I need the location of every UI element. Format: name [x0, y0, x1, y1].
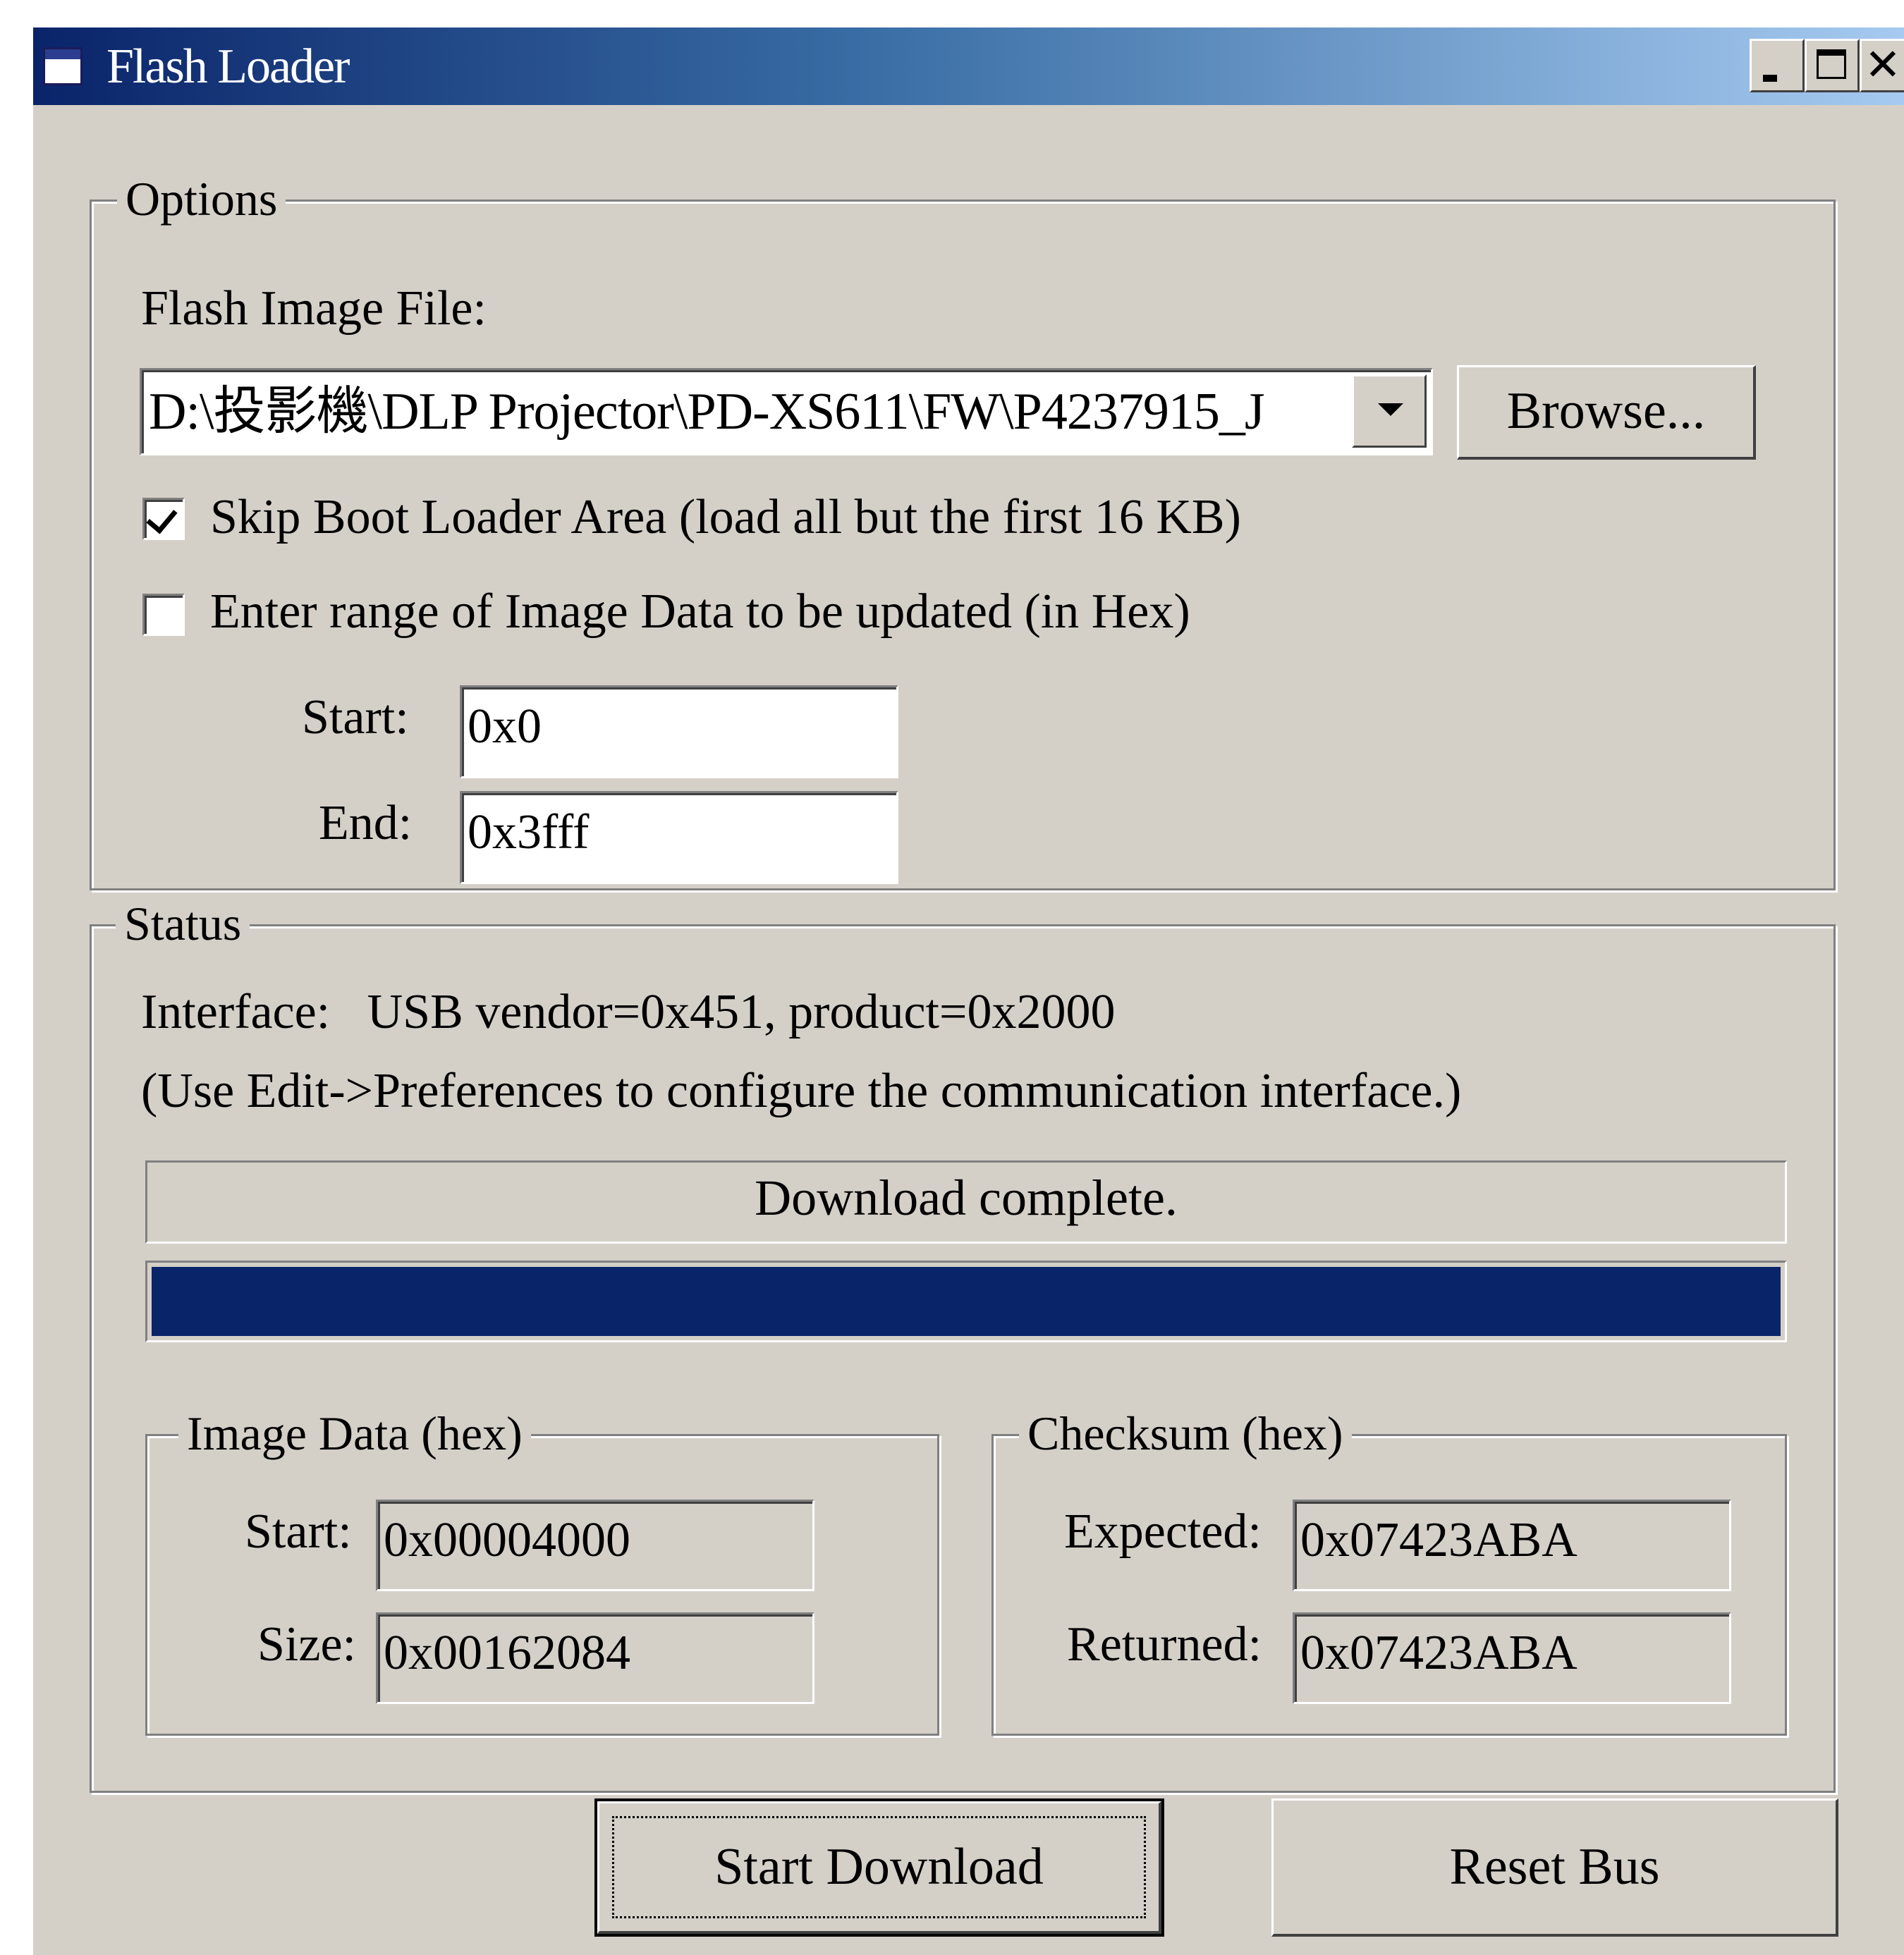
status-legend: Status	[116, 895, 250, 952]
image-data-legend: Image Data (hex)	[178, 1405, 531, 1461]
checksum-legend: Checksum (hex)	[1019, 1405, 1352, 1461]
flash-loader-window: Flash Loader ✕ Options Flash Image File:…	[31, 25, 1904, 1955]
enter-range-checkbox[interactable]	[142, 594, 185, 636]
minimize-button[interactable]	[1750, 39, 1805, 92]
image-data-start-value: 0x00004000	[376, 1500, 814, 1591]
status-message: Download complete.	[755, 1170, 1178, 1226]
chevron-down-icon[interactable]	[1352, 374, 1427, 448]
image-data-size-value: 0x00162084	[376, 1612, 814, 1704]
checksum-expected-label: Expected:	[1064, 1504, 1262, 1559]
title-bar[interactable]: Flash Loader ✕	[33, 27, 1904, 105]
close-icon: ✕	[1865, 39, 1901, 90]
focus-rectangle	[612, 1816, 1146, 1918]
status-group: Status Interface: USB vendor=0x451, prod…	[90, 895, 1836, 1793]
range-start-label: Start:	[302, 690, 409, 744]
enter-range-label[interactable]: Enter range of Image Data to be updated …	[210, 584, 1190, 640]
maximize-icon	[1817, 49, 1846, 79]
window-icon[interactable]	[43, 47, 83, 85]
close-button[interactable]: ✕	[1860, 39, 1904, 92]
status-message-box: Download complete.	[145, 1160, 1787, 1244]
browse-button[interactable]: Browse...	[1457, 365, 1756, 460]
range-end-label: End:	[319, 796, 413, 850]
checksum-group: Checksum (hex) Expected: 0x07423ABA Retu…	[991, 1405, 1787, 1736]
reset-bus-label: Reset Bus	[1449, 1838, 1660, 1896]
flash-image-file-label: Flash Image File:	[141, 281, 487, 336]
range-end-input[interactable]: 0x3fff	[460, 791, 898, 884]
reset-bus-button[interactable]: Reset Bus	[1271, 1798, 1838, 1937]
skip-boot-loader-label[interactable]: Skip Boot Loader Area (load all but the …	[210, 489, 1241, 546]
image-data-size-label: Size:	[257, 1617, 356, 1672]
checksum-expected-value: 0x07423ABA	[1293, 1500, 1731, 1591]
flash-image-file-value: D:\投影機\DLP Projector\PD-XS611\FW\P423791…	[149, 383, 1265, 441]
checksum-returned-value: 0x07423ABA	[1293, 1612, 1731, 1704]
interface-info: Interface: USB vendor=0x451, product=0x2…	[141, 985, 1116, 1039]
range-start-input[interactable]: 0x0	[460, 685, 898, 778]
image-data-group: Image Data (hex) Start: 0x00004000 Size:…	[145, 1405, 939, 1736]
minimize-icon	[1763, 75, 1777, 82]
check-icon	[146, 501, 178, 534]
download-progress-bar	[145, 1261, 1787, 1342]
browse-button-label: Browse...	[1506, 382, 1706, 440]
options-group: Options Flash Image File: D:\投影機\DLP Pro…	[90, 171, 1836, 890]
flash-image-file-combo[interactable]: D:\投影機\DLP Projector\PD-XS611\FW\P423791…	[140, 368, 1433, 455]
window-title: Flash Loader	[106, 39, 350, 94]
maximize-button[interactable]	[1805, 39, 1860, 92]
progress-fill	[152, 1267, 1781, 1336]
interface-hint: (Use Edit->Preferences to configure the …	[141, 1064, 1462, 1118]
checksum-returned-label: Returned:	[1067, 1617, 1262, 1672]
skip-boot-loader-checkbox[interactable]	[142, 498, 185, 540]
start-download-button[interactable]: Start Download	[594, 1798, 1164, 1937]
options-legend: Options	[117, 171, 286, 227]
image-data-start-label: Start:	[245, 1504, 352, 1559]
